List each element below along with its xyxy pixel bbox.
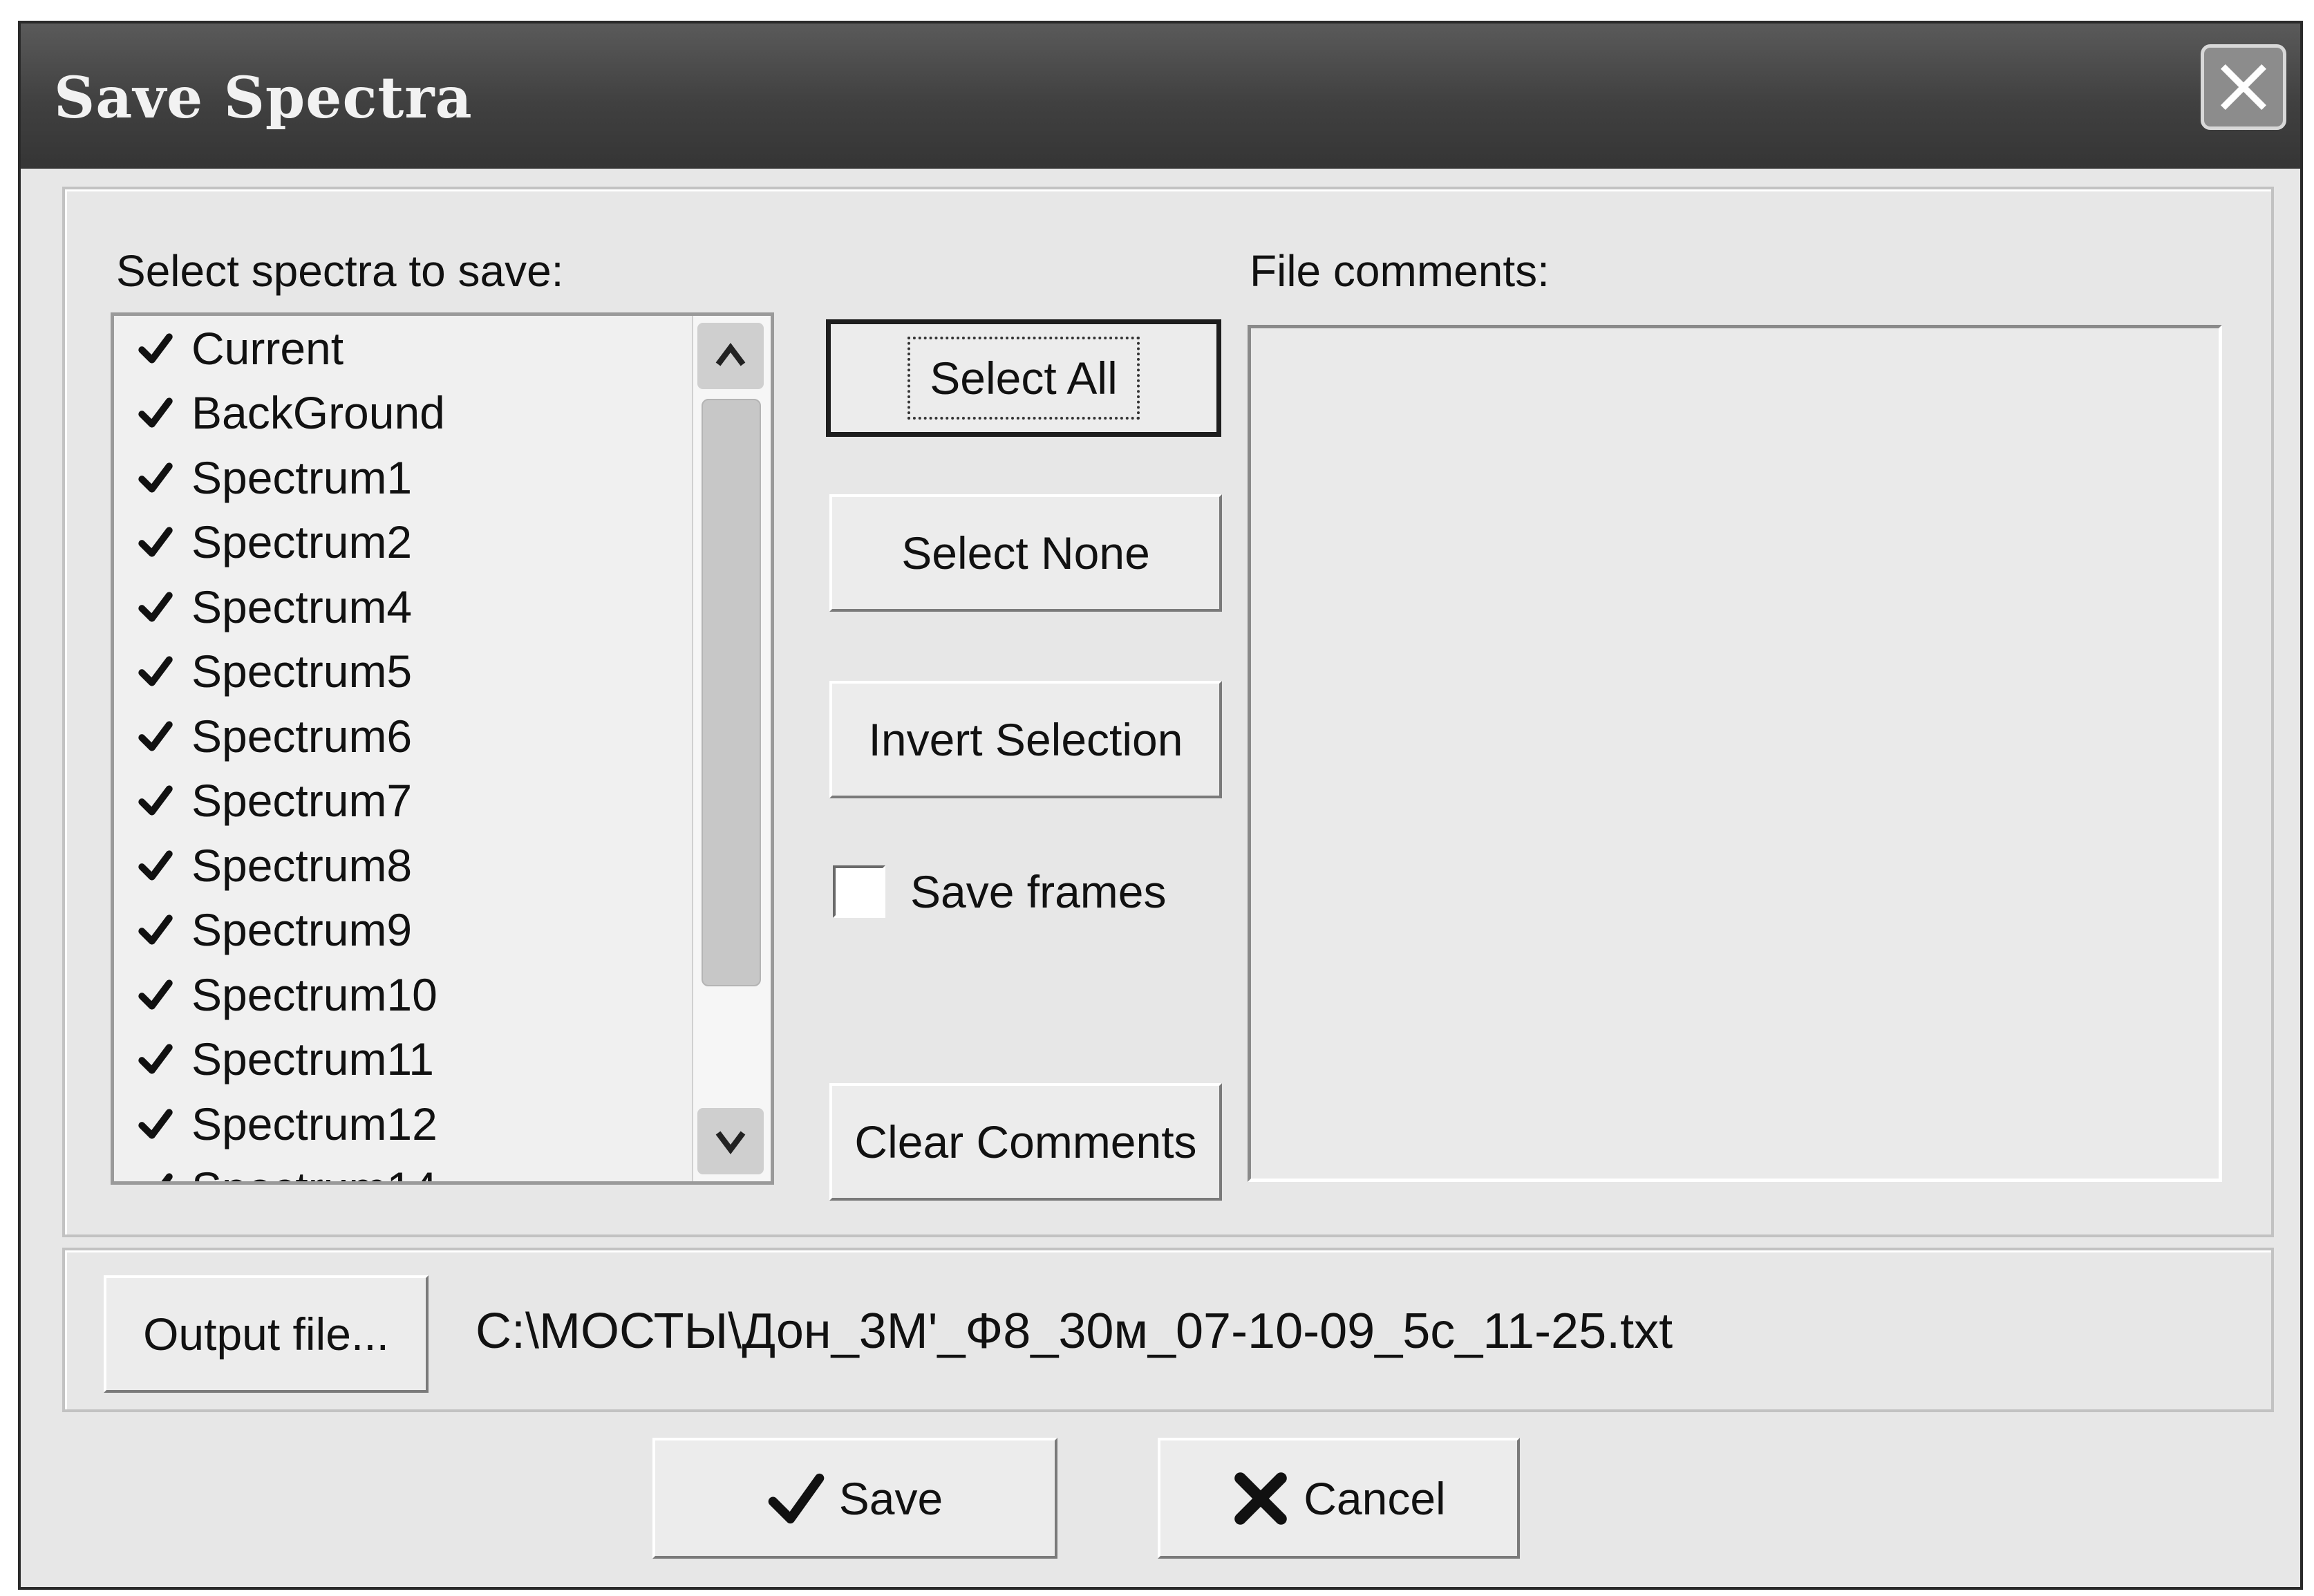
- checkmark-icon[interactable]: [138, 912, 173, 948]
- output-file-button[interactable]: Output file...: [104, 1275, 429, 1393]
- checkmark-icon[interactable]: [138, 395, 173, 431]
- spectra-list[interactable]: Current BackGround Spectrum1 Spectrum2 Spect…: [111, 312, 774, 1185]
- list-item-label: Current: [191, 322, 344, 374]
- save-frames-checkbox[interactable]: Save frames: [833, 861, 1166, 923]
- list-item[interactable]: Current: [114, 316, 691, 381]
- scroll-down-button[interactable]: [697, 1108, 764, 1174]
- cancel-button-label: Cancel: [1304, 1472, 1446, 1524]
- checkmark-icon[interactable]: [138, 1106, 173, 1142]
- select-all-button[interactable]: Select All: [826, 319, 1221, 437]
- list-item[interactable]: Spectrum2: [114, 510, 691, 575]
- list-item-label: Spectrum4: [191, 581, 413, 632]
- list-item[interactable]: Spectrum11: [114, 1027, 691, 1092]
- checkmark-icon[interactable]: [138, 330, 173, 366]
- save-frames-label: Save frames: [910, 866, 1167, 917]
- list-item[interactable]: Spectrum14: [114, 1156, 691, 1181]
- list-item-label: Spectrum2: [191, 516, 413, 568]
- clear-comments-button[interactable]: Clear Comments: [829, 1083, 1222, 1201]
- list-item-label: Spectrum8: [191, 839, 413, 891]
- chevron-down-icon: [715, 1131, 746, 1154]
- cancel-button[interactable]: Cancel: [1158, 1438, 1520, 1559]
- list-item[interactable]: Spectrum4: [114, 574, 691, 639]
- list-item[interactable]: Spectrum8: [114, 833, 691, 898]
- close-icon: [2220, 64, 2267, 111]
- list-item[interactable]: Spectrum1: [114, 445, 691, 510]
- list-item-label: Spectrum10: [191, 968, 438, 1020]
- list-item[interactable]: Spectrum6: [114, 704, 691, 769]
- chevron-up-icon: [715, 343, 746, 366]
- checkmark-icon[interactable]: [138, 1170, 173, 1181]
- list-item[interactable]: Spectrum9: [114, 898, 691, 963]
- invert-selection-button[interactable]: Invert Selection: [829, 681, 1222, 798]
- checkmark-icon[interactable]: [138, 460, 173, 496]
- checkmark-icon[interactable]: [138, 718, 173, 754]
- file-comments-label: File comments:: [1250, 246, 1550, 296]
- checkmark-icon[interactable]: [138, 524, 173, 560]
- list-item-label: Spectrum14: [191, 1162, 438, 1181]
- spectra-list-label: Select spectra to save:: [116, 246, 564, 296]
- select-all-label: Select All: [907, 337, 1140, 420]
- checkmark-icon[interactable]: [138, 653, 173, 689]
- checkmark-icon[interactable]: [138, 589, 173, 625]
- close-button[interactable]: [2201, 44, 2286, 130]
- window-title: Save Spectra: [54, 65, 473, 131]
- scroll-up-button[interactable]: [697, 323, 764, 389]
- file-comments-textarea[interactable]: [1248, 325, 2222, 1182]
- checkmark-icon[interactable]: [138, 977, 173, 1013]
- save-button[interactable]: Save: [652, 1438, 1057, 1559]
- list-scrollbar[interactable]: [692, 316, 771, 1181]
- output-file-path: C:\МОСТЫ\Дон_3М'_Ф8_30м_07-10-09_5с_11-2…: [476, 1304, 1673, 1359]
- list-item[interactable]: Spectrum12: [114, 1091, 691, 1156]
- list-item[interactable]: Spectrum7: [114, 769, 691, 834]
- checkmark-icon[interactable]: [138, 847, 173, 883]
- checkmark-icon[interactable]: [138, 782, 173, 818]
- list-item[interactable]: Spectrum5: [114, 639, 691, 704]
- list-item-label: Spectrum6: [191, 710, 413, 762]
- list-item[interactable]: Spectrum10: [114, 962, 691, 1027]
- list-item[interactable]: BackGround: [114, 381, 691, 446]
- checkmark-icon: [768, 1473, 825, 1523]
- title-bar[interactable]: Save Spectra: [21, 24, 2300, 169]
- list-item-label: Spectrum1: [191, 451, 413, 503]
- scrollbar-thumb[interactable]: [702, 399, 761, 986]
- list-item-label: Spectrum12: [191, 1098, 438, 1149]
- checkmark-icon[interactable]: [138, 1041, 173, 1077]
- save-button-label: Save: [838, 1472, 943, 1524]
- list-item-label: Spectrum9: [191, 904, 413, 956]
- save-frames-box[interactable]: [833, 865, 885, 918]
- x-icon: [1234, 1472, 1288, 1525]
- select-none-button[interactable]: Select None: [829, 494, 1222, 612]
- spectra-list-items: Current BackGround Spectrum1 Spectrum2 Spect…: [114, 316, 691, 1181]
- list-item-label: Spectrum7: [191, 775, 413, 827]
- list-item-label: Spectrum5: [191, 646, 413, 697]
- list-item-label: BackGround: [191, 387, 445, 439]
- list-item-label: Spectrum11: [191, 1033, 434, 1085]
